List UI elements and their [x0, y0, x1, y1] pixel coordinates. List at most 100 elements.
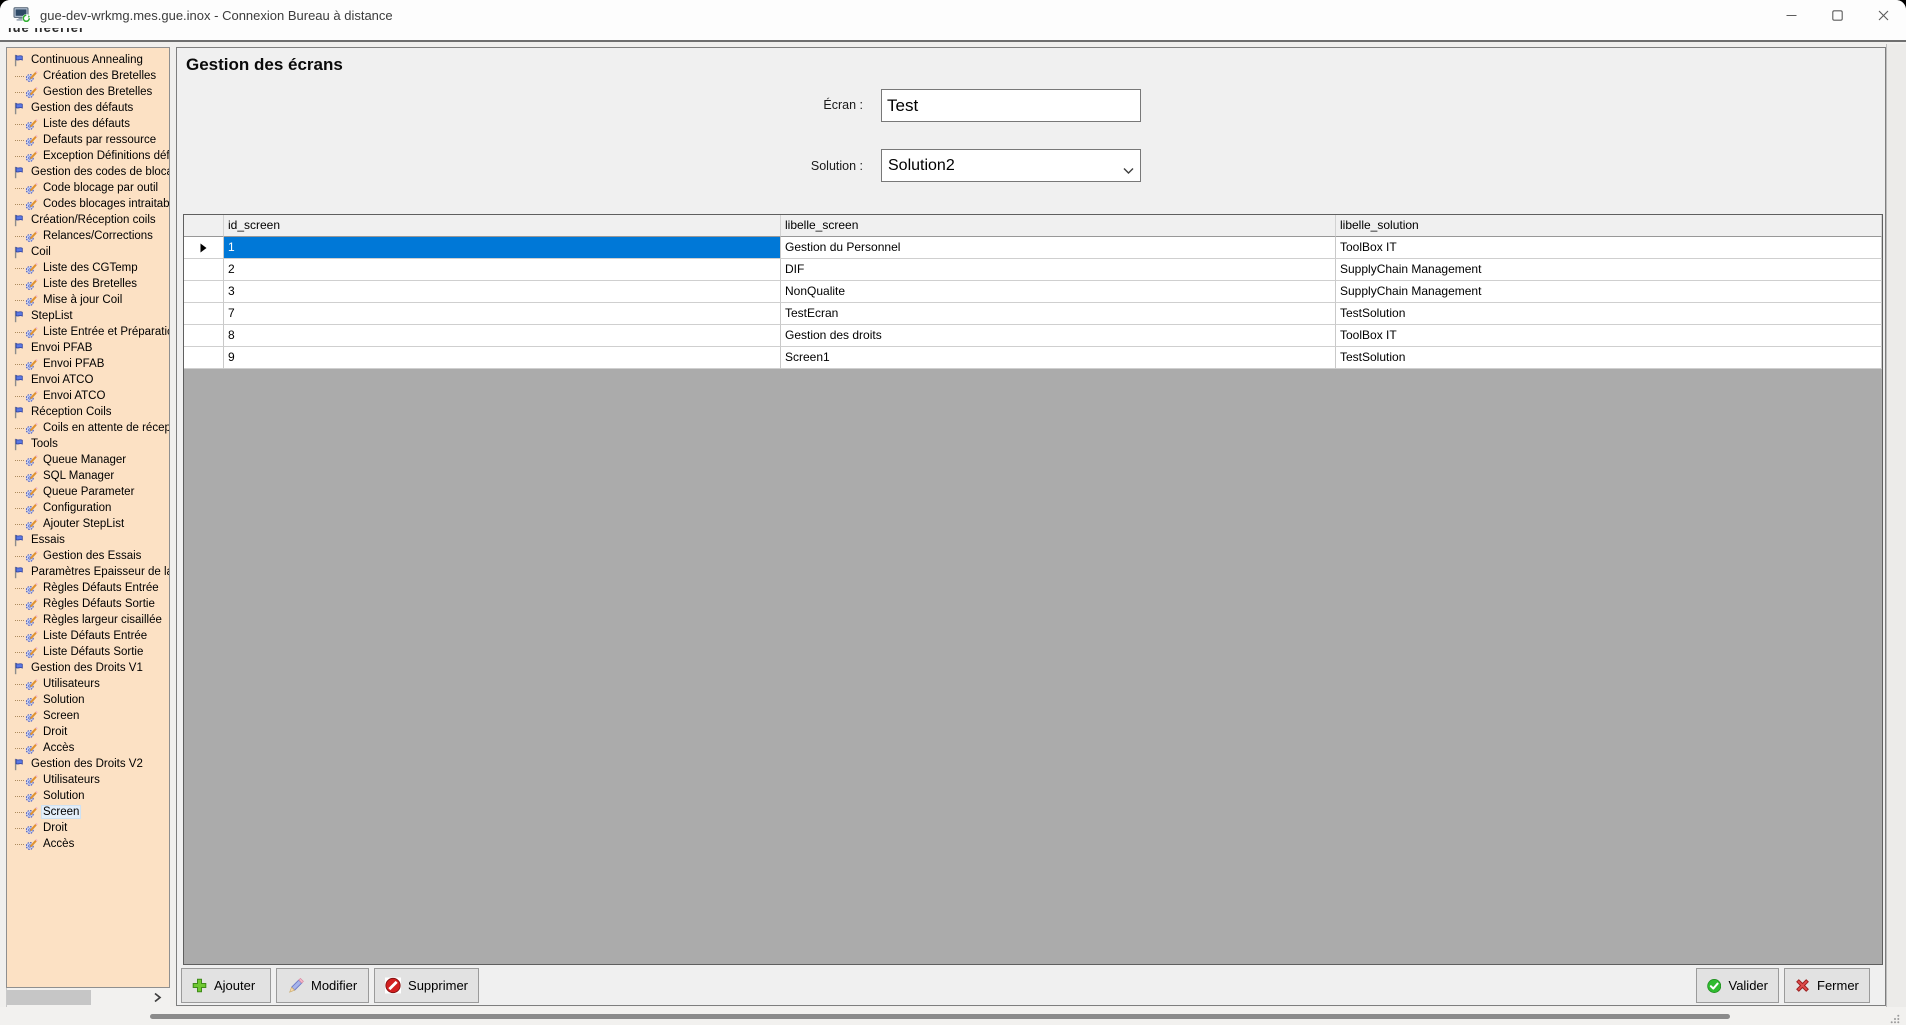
- tree-item-r-gles-d-fauts-entr-e[interactable]: Règles Défauts Entrée: [7, 580, 169, 596]
- tree-item-r-gles-largeur-cisaill-e[interactable]: Règles largeur cisaillée: [7, 612, 169, 628]
- resize-grip-icon[interactable]: [1890, 1011, 1900, 1025]
- tree-item-envoi-atco[interactable]: Envoi ATCO: [7, 372, 169, 388]
- tree-item-steplist[interactable]: StepList: [7, 308, 169, 324]
- tree-item-liste-d-fauts-sortie[interactable]: Liste Défauts Sortie: [7, 644, 169, 660]
- grid-cell-id_screen[interactable]: 7: [224, 303, 781, 325]
- tree-item-liste-d-fauts-entr-e[interactable]: Liste Défauts Entrée: [7, 628, 169, 644]
- tree-item-gestion-des-droits-v2[interactable]: Gestion des Droits V2: [7, 756, 169, 772]
- scroll-right-button[interactable]: [151, 991, 164, 1004]
- grid-row[interactable]: 9Screen1TestSolution: [184, 347, 1882, 369]
- modifier-button[interactable]: Modifier: [276, 968, 369, 1003]
- grid-cell-libelle_solution[interactable]: TestSolution: [1336, 347, 1882, 369]
- grid-row[interactable]: 1Gestion du PersonnelToolBox IT: [184, 237, 1882, 259]
- row-selector-cell[interactable]: [184, 303, 224, 325]
- tree-item-utilisateurs[interactable]: Utilisateurs: [7, 772, 169, 788]
- tree-item-codes-blocages-intraitables[interactable]: Codes blocages intraitables: [7, 196, 169, 212]
- grid-cell-libelle_solution[interactable]: TestSolution: [1336, 303, 1882, 325]
- tree-item-acc-s[interactable]: Accès: [7, 836, 169, 852]
- tree-item-droit[interactable]: Droit: [7, 724, 169, 740]
- tree-item-gestion-des-codes-de-blocage[interactable]: Gestion des codes de blocage: [7, 164, 169, 180]
- tree-item-cr-ation-r-ception-coils[interactable]: Création/Réception coils: [7, 212, 169, 228]
- grid-cell-libelle_screen[interactable]: TestEcran: [781, 303, 1336, 325]
- grid-row[interactable]: 8Gestion des droitsToolBox IT: [184, 325, 1882, 347]
- tree-item-defauts-par-ressource[interactable]: Defauts par ressource: [7, 132, 169, 148]
- tree-item-essais[interactable]: Essais: [7, 532, 169, 548]
- tree-item-gestion-des-d-fauts[interactable]: Gestion des défauts: [7, 100, 169, 116]
- tree-item-coils-en-attente-de-r-ception[interactable]: Coils en attente de réception: [7, 420, 169, 436]
- tree-item-gestion-des-droits-v1[interactable]: Gestion des Droits V1: [7, 660, 169, 676]
- grid-cell-libelle_screen[interactable]: Screen1: [781, 347, 1336, 369]
- tree-item-cr-ation-des-bretelles[interactable]: Création des Bretelles: [7, 68, 169, 84]
- tree-item-r-ception-coils[interactable]: Réception Coils: [7, 404, 169, 420]
- grid-cell-libelle_screen[interactable]: Gestion du Personnel: [781, 237, 1336, 259]
- column-header-id_screen[interactable]: id_screen: [224, 215, 781, 237]
- grid-cell-libelle_screen[interactable]: DIF: [781, 259, 1336, 281]
- tree-item-envoi-pfab[interactable]: Envoi PFAB: [7, 340, 169, 356]
- tree-item-r-gles-d-fauts-sortie[interactable]: Règles Défauts Sortie: [7, 596, 169, 612]
- row-selector-cell[interactable]: [184, 237, 224, 259]
- grid-row[interactable]: 3NonQualiteSupplyChain Management: [184, 281, 1882, 303]
- tree-item-screen[interactable]: Screen: [7, 804, 169, 820]
- fermer-button[interactable]: Fermer: [1784, 968, 1870, 1003]
- tree-item-envoi-atco[interactable]: Envoi ATCO: [7, 388, 169, 404]
- grid-cell-libelle_solution[interactable]: SupplyChain Management: [1336, 281, 1882, 303]
- tree-item-droit[interactable]: Droit: [7, 820, 169, 836]
- scrollbar-thumb[interactable]: [150, 1014, 1730, 1019]
- scrollbar-thumb[interactable]: [7, 990, 91, 1005]
- horizontal-scrollbar[interactable]: [0, 1007, 1906, 1025]
- grid-cell-id_screen[interactable]: 8: [224, 325, 781, 347]
- maximize-button[interactable]: [1814, 0, 1860, 30]
- grid-cell-libelle_solution[interactable]: ToolBox IT: [1336, 237, 1882, 259]
- column-header-libelle_solution[interactable]: libelle_solution: [1336, 215, 1882, 237]
- ajouter-button[interactable]: Ajouter: [181, 968, 271, 1003]
- tree-item-code-blocage-par-outil[interactable]: Code blocage par outil: [7, 180, 169, 196]
- tree-item-exception-d-finitions-d-fauts[interactable]: Exception Définitions défauts: [7, 148, 169, 164]
- tree-item-configuration[interactable]: Configuration: [7, 500, 169, 516]
- tree-item-param-tres-epaisseur-de-laminage[interactable]: Paramètres Epaisseur de laminage: [7, 564, 169, 580]
- tree-item-mise-jour-coil[interactable]: Mise à jour Coil: [7, 292, 169, 308]
- minimize-button[interactable]: [1768, 0, 1814, 30]
- tree-item-liste-des-d-fauts[interactable]: Liste des défauts: [7, 116, 169, 132]
- ecran-input[interactable]: [881, 89, 1141, 122]
- tree-item-liste-entr-e-et-pr-paration[interactable]: Liste Entrée et Préparation: [7, 324, 169, 340]
- tree-item-continuous-annealing[interactable]: Continuous Annealing: [7, 52, 169, 68]
- tree-item-liste-des-cgtemp[interactable]: Liste des CGTemp: [7, 260, 169, 276]
- grid-row[interactable]: 2DIFSupplyChain Management: [184, 259, 1882, 281]
- row-selector-cell[interactable]: [184, 347, 224, 369]
- tree-item-solution[interactable]: Solution: [7, 788, 169, 804]
- tree-item-screen[interactable]: Screen: [7, 708, 169, 724]
- tree-item-relances-corrections[interactable]: Relances/Corrections: [7, 228, 169, 244]
- row-selector-header[interactable]: [184, 215, 224, 237]
- tree-item-coil[interactable]: Coil: [7, 244, 169, 260]
- grid-cell-libelle_solution[interactable]: ToolBox IT: [1336, 325, 1882, 347]
- grid-cell-id_screen[interactable]: 9: [224, 347, 781, 369]
- valider-button[interactable]: Valider: [1696, 968, 1779, 1003]
- tree-horizontal-scrollbar[interactable]: [6, 988, 170, 1007]
- tree-item-gestion-des-bretelles[interactable]: Gestion des Bretelles: [7, 84, 169, 100]
- tree-item-queue-manager[interactable]: Queue Manager: [7, 452, 169, 468]
- column-header-libelle_screen[interactable]: libelle_screen: [781, 215, 1336, 237]
- tree-item-sql-manager[interactable]: SQL Manager: [7, 468, 169, 484]
- tree-item-solution[interactable]: Solution: [7, 692, 169, 708]
- grid-cell-libelle_solution[interactable]: SupplyChain Management: [1336, 259, 1882, 281]
- grid-cell-id_screen[interactable]: 2: [224, 259, 781, 281]
- tree-item-acc-s[interactable]: Accès: [7, 740, 169, 756]
- vertical-scrollbar-track[interactable]: [1886, 44, 1906, 1007]
- grid-cell-libelle_screen[interactable]: Gestion des droits: [781, 325, 1336, 347]
- supprimer-button[interactable]: Supprimer: [374, 968, 479, 1003]
- solution-dropdown[interactable]: Solution2: [881, 149, 1141, 182]
- row-selector-cell[interactable]: [184, 325, 224, 347]
- tree-item-ajouter-steplist[interactable]: Ajouter StepList: [7, 516, 169, 532]
- tree-item-tools[interactable]: Tools: [7, 436, 169, 452]
- grid-row[interactable]: 7TestEcranTestSolution: [184, 303, 1882, 325]
- tree-item-envoi-pfab[interactable]: Envoi PFAB: [7, 356, 169, 372]
- row-selector-cell[interactable]: [184, 281, 224, 303]
- row-selector-cell[interactable]: [184, 259, 224, 281]
- tree-item-liste-des-bretelles[interactable]: Liste des Bretelles: [7, 276, 169, 292]
- tree-item-utilisateurs[interactable]: Utilisateurs: [7, 676, 169, 692]
- grid-cell-id_screen[interactable]: 1: [224, 237, 781, 259]
- grid-cell-id_screen[interactable]: 3: [224, 281, 781, 303]
- tree-item-gestion-des-essais[interactable]: Gestion des Essais: [7, 548, 169, 564]
- grid-cell-libelle_screen[interactable]: NonQualite: [781, 281, 1336, 303]
- close-button[interactable]: [1860, 0, 1906, 30]
